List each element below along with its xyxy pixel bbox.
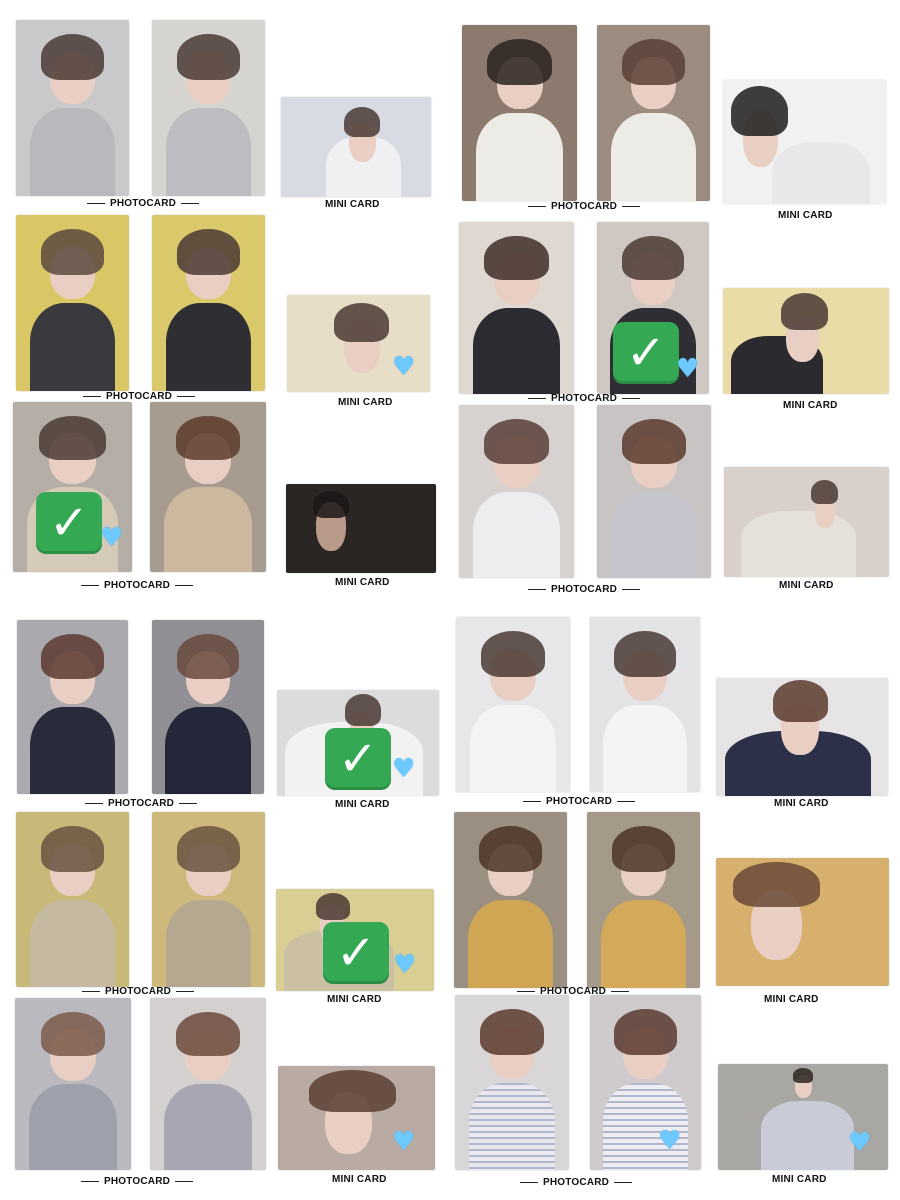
minicard-label: MINI CARD xyxy=(764,994,819,1005)
heart-icon: ♥ xyxy=(676,354,700,384)
photocard-label: PHOTOCARD xyxy=(523,201,645,212)
minicard-image xyxy=(281,97,431,197)
minicard-label: MINI CARD xyxy=(779,580,834,591)
minicard-label: MINI CARD xyxy=(325,199,380,210)
photocard-image xyxy=(455,995,569,1170)
photocard-label: PHOTOCARD xyxy=(77,986,199,997)
photocard-label: PHOTOCARD xyxy=(76,1176,198,1187)
photocard-image xyxy=(152,812,265,987)
heart-icon: ♥ xyxy=(392,1127,416,1157)
minicard-image xyxy=(716,678,888,796)
photocard-image xyxy=(590,617,700,792)
photocard-image xyxy=(152,20,265,196)
minicard-image xyxy=(724,467,889,577)
minicard-image xyxy=(286,484,436,573)
photocard-image xyxy=(459,222,574,394)
heart-icon: ♥ xyxy=(658,1126,682,1156)
photocard-image xyxy=(462,25,577,201)
photocard-image xyxy=(597,25,710,201)
checkmark-icon: ✓ xyxy=(323,922,389,984)
checkmark-icon: ✓ xyxy=(36,492,102,554)
photocard-label: PHOTOCARD xyxy=(523,584,645,595)
photocard-label: PHOTOCARD xyxy=(76,580,198,591)
heart-icon: ♥ xyxy=(100,523,124,553)
photocard-image xyxy=(597,405,711,578)
photocard-label: PHOTOCARD xyxy=(515,1177,637,1188)
photocard-image xyxy=(16,20,129,196)
minicard-label: MINI CARD xyxy=(772,1174,827,1185)
photocard-label: PHOTOCARD xyxy=(518,796,640,807)
photocard-image xyxy=(152,215,265,391)
photocard-image xyxy=(459,405,574,578)
photocard-label: PHOTOCARD xyxy=(80,798,202,809)
minicard-label: MINI CARD xyxy=(778,210,833,221)
photocard-image xyxy=(15,998,131,1170)
photocard-image xyxy=(16,215,129,391)
minicard-label: MINI CARD xyxy=(332,1174,387,1185)
heart-icon: ♥ xyxy=(392,754,416,784)
photocard-image xyxy=(454,812,567,988)
heart-icon: ♥ xyxy=(393,950,417,980)
photocard-image xyxy=(456,617,570,792)
minicard-label: MINI CARD xyxy=(338,397,393,408)
checkmark-icon: ✓ xyxy=(613,322,679,384)
photocard-image xyxy=(152,620,264,794)
minicard-label: MINI CARD xyxy=(335,799,390,810)
photocard-image xyxy=(17,620,128,794)
photocard-label: PHOTOCARD xyxy=(523,393,645,404)
minicard-label: MINI CARD xyxy=(335,577,390,588)
checkmark-icon: ✓ xyxy=(325,728,391,790)
photocard-image xyxy=(590,995,701,1170)
minicard-label: MINI CARD xyxy=(774,798,829,809)
photocard-image xyxy=(150,402,266,572)
photocard-image xyxy=(150,998,266,1170)
minicard-label: MINI CARD xyxy=(783,400,838,411)
photocard-image xyxy=(16,812,129,987)
photocard-label: PHOTOCARD xyxy=(82,198,204,209)
minicard-label: MINI CARD xyxy=(327,994,382,1005)
photocard-label: PHOTOCARD xyxy=(78,391,200,402)
photocard-image xyxy=(587,812,700,988)
minicard-image xyxy=(723,288,889,394)
minicard-image xyxy=(716,858,889,986)
heart-icon: ♥ xyxy=(848,1128,872,1158)
minicard-image xyxy=(723,80,886,204)
heart-icon: ♥ xyxy=(392,352,416,382)
